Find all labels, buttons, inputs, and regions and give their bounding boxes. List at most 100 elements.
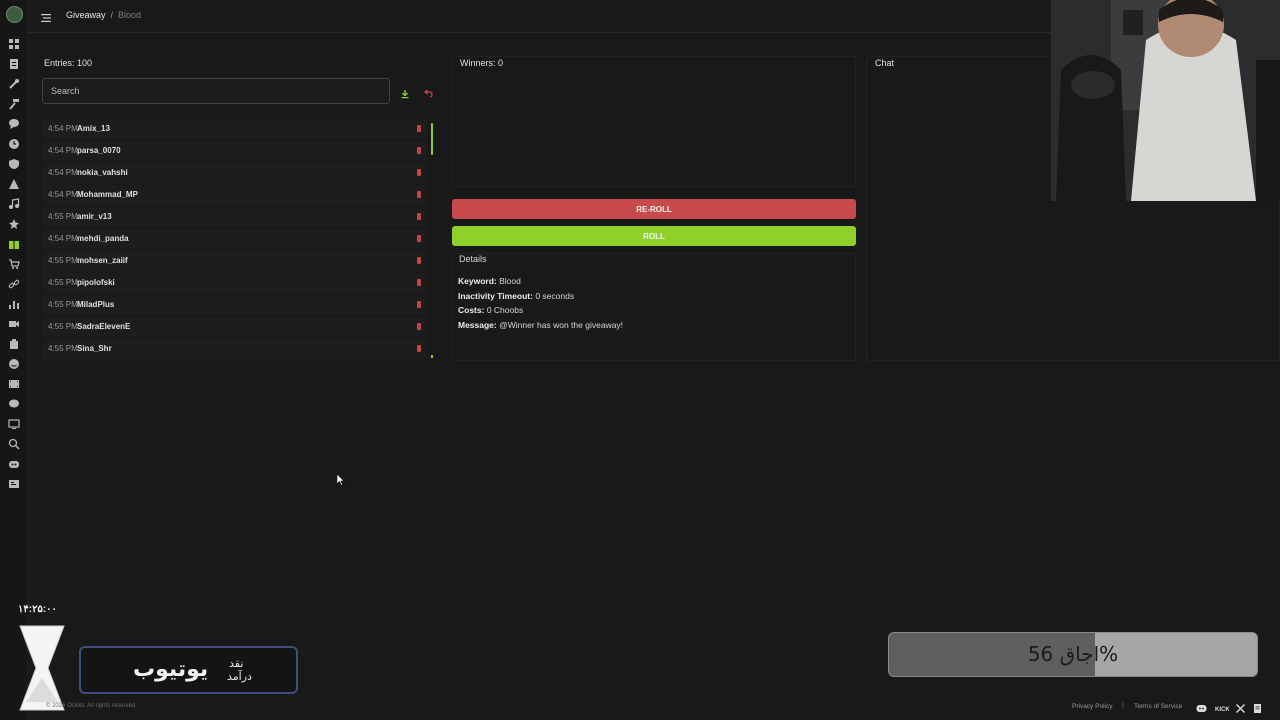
svg-text:KICK: KICK xyxy=(1215,707,1229,713)
kick-icon[interactable]: KICK xyxy=(1215,701,1230,713)
delete-icon[interactable] xyxy=(417,125,421,132)
list-item[interactable]: 4:55 PM amir_v13 xyxy=(42,207,427,227)
entry-time: 4:55 PM xyxy=(48,278,78,287)
menu-toggle-icon[interactable] xyxy=(40,11,52,23)
details-title: Details xyxy=(459,254,487,264)
search-icon[interactable] xyxy=(8,438,20,450)
breadcrumb-current: Blood xyxy=(118,10,142,20)
delete-icon[interactable] xyxy=(417,191,421,198)
list-item[interactable]: 4:55 PM Sina_Shr xyxy=(42,339,427,359)
bar-chart-icon[interactable] xyxy=(8,298,20,310)
entries-scrollbar[interactable] xyxy=(431,123,433,155)
list-item[interactable]: 4:54 PM mehdi_panda xyxy=(42,229,427,249)
list-item[interactable]: 4:55 PM MiladPlus xyxy=(42,295,427,315)
delete-icon[interactable] xyxy=(417,279,421,286)
list-item[interactable]: 4:55 PM SadraElevenE xyxy=(42,317,427,337)
search-input[interactable]: Search xyxy=(42,78,390,104)
id-card-icon[interactable] xyxy=(8,478,20,490)
youtube-income-badge: یوتیوب نقد درآمد xyxy=(79,646,298,694)
list-item[interactable]: 4:54 PM Amix_13 xyxy=(42,119,427,139)
badge-line2: درآمد xyxy=(227,670,252,683)
entry-name: SadraElevenE xyxy=(77,322,131,331)
warning-icon[interactable] xyxy=(8,178,20,190)
shield-icon[interactable] xyxy=(8,158,20,170)
entry-time: 4:54 PM xyxy=(48,234,78,243)
delete-icon[interactable] xyxy=(417,213,421,220)
webcam-image xyxy=(1051,0,1280,201)
undo-icon[interactable] xyxy=(423,86,433,98)
breadcrumb-giveaway[interactable]: Giveaway xyxy=(66,10,106,20)
goal-progress-bar: اجاق 56% xyxy=(888,632,1258,677)
gift-icon[interactable] xyxy=(8,238,20,250)
roll-button[interactable]: ROLL xyxy=(452,226,856,246)
detail-message: Message: @Winner has won the giveaway! xyxy=(458,320,623,330)
costs-label: Costs: xyxy=(458,305,485,315)
entry-time: 4:55 PM xyxy=(48,344,78,353)
mouse-cursor-icon xyxy=(336,473,345,486)
delete-icon[interactable] xyxy=(417,323,421,330)
entry-name: Mohammad_MP xyxy=(77,190,138,199)
stream-timer: ۱۴:۲۵:۰۰ xyxy=(18,604,57,615)
discord-icon[interactable] xyxy=(1196,701,1207,712)
entry-name: Amix_13 xyxy=(77,124,110,133)
reroll-button[interactable]: RE-ROLL xyxy=(452,199,856,219)
keyword-label: Keyword: xyxy=(458,276,497,286)
cart-icon[interactable] xyxy=(8,258,20,270)
link-icon[interactable] xyxy=(8,278,20,290)
download-icon[interactable] xyxy=(400,86,410,99)
wrench-icon[interactable] xyxy=(8,78,20,90)
delete-icon[interactable] xyxy=(417,257,421,264)
timeout-value: 0 seconds xyxy=(535,291,575,301)
list-item[interactable]: 4:54 PM parsa_0070 xyxy=(42,141,427,161)
entry-name: mohsen_zaiif xyxy=(77,256,128,265)
monitor-icon[interactable] xyxy=(8,418,20,430)
webcam-overlay xyxy=(1051,0,1280,201)
dashboard-icon[interactable] xyxy=(8,38,20,50)
delete-icon[interactable] xyxy=(417,235,421,242)
emoji-icon[interactable] xyxy=(8,358,20,370)
entry-time: 4:54 PM xyxy=(48,168,78,177)
keyword-value: Blood xyxy=(499,276,521,286)
message-value: @Winner has won the giveaway! xyxy=(499,320,624,330)
delete-icon[interactable] xyxy=(417,169,421,176)
list-item[interactable]: 4:54 PM nokia_vahshi xyxy=(42,163,427,183)
document-icon[interactable] xyxy=(8,58,20,70)
video-icon[interactable] xyxy=(8,318,20,330)
message-label: Message: xyxy=(458,320,497,330)
list-item[interactable]: 4:54 PM Mohammad_MP xyxy=(42,185,427,205)
delete-icon[interactable] xyxy=(417,301,421,308)
list-item[interactable]: 4:55 PM mohsen_zaiif xyxy=(42,251,427,271)
clock-icon[interactable] xyxy=(8,138,20,150)
detail-timeout: Inactivity Timeout: 0 seconds xyxy=(458,291,574,301)
x-icon[interactable] xyxy=(1235,701,1246,713)
entry-name: MiladPlus xyxy=(77,300,115,309)
comment-icon[interactable] xyxy=(8,398,20,410)
package-icon[interactable] xyxy=(8,338,20,350)
document-icon[interactable] xyxy=(1252,701,1263,713)
delete-icon[interactable] xyxy=(417,147,421,154)
entry-time: 4:54 PM xyxy=(48,190,78,199)
detail-costs: Costs: 0 Choobs xyxy=(458,305,523,315)
star-icon[interactable] xyxy=(8,218,20,230)
terms-link[interactable]: Terms of Service xyxy=(1134,703,1182,710)
delete-icon[interactable] xyxy=(417,345,421,352)
chat-title: Chat xyxy=(875,58,895,68)
chat-bubble-icon[interactable] xyxy=(8,118,20,130)
entry-time: 4:54 PM xyxy=(48,124,78,133)
app-logo[interactable] xyxy=(6,6,23,23)
music-icon[interactable] xyxy=(8,198,20,210)
list-item[interactable]: 4:55 PM pipolofski xyxy=(42,273,427,293)
discord-icon[interactable] xyxy=(8,458,20,470)
entry-time: 4:55 PM xyxy=(48,300,78,309)
detail-keyword: Keyword: Blood xyxy=(458,276,521,286)
film-icon[interactable] xyxy=(8,378,20,390)
badge-line1: نقد xyxy=(229,657,244,670)
entry-time: 4:55 PM xyxy=(48,212,78,221)
hammer-icon[interactable] xyxy=(8,98,20,110)
timeout-label: Inactivity Timeout: xyxy=(458,291,533,301)
entry-name: Sina_Shr xyxy=(77,344,112,353)
entries-title: Entries: 100 xyxy=(44,58,93,68)
privacy-link[interactable]: Privacy Policy xyxy=(1072,703,1112,710)
entry-name: pipolofski xyxy=(77,278,115,287)
entry-time: 4:55 PM xyxy=(48,256,78,265)
